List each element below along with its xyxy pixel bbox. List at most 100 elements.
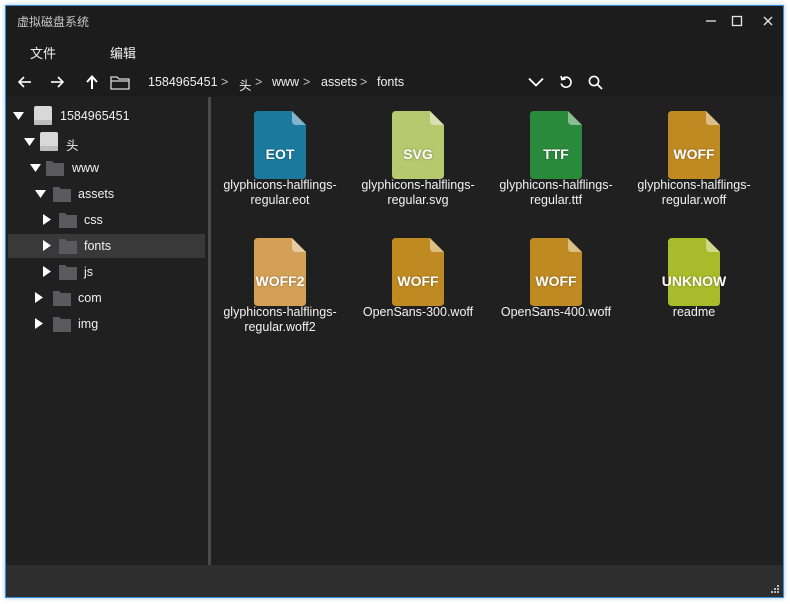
tree-label: com xyxy=(78,291,102,305)
file-item[interactable]: UNKNOW readme xyxy=(630,230,758,350)
file-icon-woff2 xyxy=(254,238,306,306)
expanded-arrow-icon[interactable] xyxy=(13,112,24,120)
tree-label: css xyxy=(84,213,103,227)
folder-icon xyxy=(53,317,71,332)
folder-icon xyxy=(59,265,77,280)
expanded-arrow-icon[interactable] xyxy=(30,164,41,172)
file-item[interactable]: WOFF OpenSans-300.woff xyxy=(354,230,482,350)
file-item[interactable]: TTF glyphicons-halflings-regular.ttf xyxy=(492,103,620,223)
breadcrumb-item-head[interactable]: 头 xyxy=(239,75,252,94)
folder-icon xyxy=(53,291,71,306)
file-item[interactable]: SVG glyphicons-halflings-regular.svg xyxy=(354,103,482,223)
collapsed-arrow-icon[interactable] xyxy=(43,266,51,277)
folder-icon xyxy=(110,75,130,90)
history-dropdown-button[interactable] xyxy=(525,72,547,92)
drive-icon xyxy=(40,132,58,151)
file-name: glyphicons-halflings-regular.svg xyxy=(361,178,475,207)
file-type-label: SVG xyxy=(403,146,433,162)
tree-item-fonts[interactable]: fonts xyxy=(8,234,205,258)
breadcrumb-item-fonts[interactable]: fonts xyxy=(377,75,404,89)
back-button[interactable] xyxy=(14,72,36,92)
drive-icon xyxy=(34,106,52,125)
file-icon-eot xyxy=(254,111,306,179)
tree-item-head[interactable]: 头 xyxy=(8,130,205,154)
breadcrumb-separator: > xyxy=(221,75,229,89)
folder-icon xyxy=(59,239,77,254)
file-icon-woff xyxy=(530,238,582,306)
file-item[interactable]: WOFF2 glyphicons-halflings-regular.woff2 xyxy=(216,230,344,350)
file-name: glyphicons-halflings-regular.eot xyxy=(223,178,337,207)
file-type-label: TTF xyxy=(543,146,569,162)
close-icon xyxy=(763,16,773,26)
tree-item-root[interactable]: 1584965451 xyxy=(8,104,205,128)
folder-icon xyxy=(46,161,64,176)
breadcrumb-separator: > xyxy=(255,75,263,89)
file-name: OpenSans-400.woff xyxy=(500,305,612,319)
refresh-icon xyxy=(560,75,572,88)
collapsed-arrow-icon[interactable] xyxy=(43,214,51,225)
tree-item-img[interactable]: img xyxy=(8,312,205,336)
folder-icon xyxy=(59,213,77,228)
breadcrumb-separator: > xyxy=(303,75,311,89)
search-icon xyxy=(588,75,603,90)
file-name: readme xyxy=(672,305,716,319)
file-item[interactable]: WOFF OpenSans-400.woff xyxy=(492,230,620,350)
file-name: OpenSans-300.woff xyxy=(362,305,474,319)
breadcrumb-item-root[interactable]: 1584965451 xyxy=(148,75,218,89)
search-button[interactable] xyxy=(584,72,606,92)
refresh-button[interactable] xyxy=(555,72,577,92)
tree-label: fonts xyxy=(84,239,112,253)
root-folder-button[interactable] xyxy=(109,72,131,92)
file-item[interactable]: EOT glyphicons-halflings-regular.eot xyxy=(216,103,344,223)
forward-button[interactable] xyxy=(46,72,68,92)
file-type-label: WOFF xyxy=(673,146,715,162)
tree-item-com[interactable]: com xyxy=(8,286,205,310)
tree-label: assets xyxy=(78,187,115,201)
minimize-icon xyxy=(706,20,716,22)
file-grid: EOT glyphicons-halflings-regular.eot SVG… xyxy=(211,97,783,565)
file-icon-ttf xyxy=(530,111,582,179)
file-name: glyphicons-halflings-regular.ttf xyxy=(499,178,613,207)
breadcrumb-item-www[interactable]: www xyxy=(272,75,299,89)
file-name: glyphicons-halflings-regular.woff2 xyxy=(223,305,337,334)
expanded-arrow-icon[interactable] xyxy=(35,190,46,198)
menu-edit[interactable]: 编辑 xyxy=(110,43,136,62)
collapsed-arrow-icon[interactable] xyxy=(35,318,43,329)
up-button[interactable] xyxy=(81,72,103,92)
file-type-label: UNKNOW xyxy=(661,273,727,289)
chevron-down-icon xyxy=(528,77,544,87)
tree-label: js xyxy=(84,265,94,279)
menu-bar: 文件 编辑 xyxy=(6,36,783,66)
back-arrow-icon xyxy=(18,76,31,88)
collapsed-arrow-icon[interactable] xyxy=(43,240,51,251)
app-window: 虚拟磁盘系统 文件 编辑 1584965451 > 头 > www > asse… xyxy=(6,6,783,597)
menu-file[interactable]: 文件 xyxy=(30,43,56,62)
file-item[interactable]: WOFF glyphicons-halflings-regular.woff xyxy=(630,103,758,223)
tree-item-assets[interactable]: assets xyxy=(8,182,205,206)
up-arrow-icon xyxy=(86,75,98,89)
tree-item-css[interactable]: css xyxy=(8,208,205,232)
close-button[interactable] xyxy=(753,10,783,32)
tree-label: img xyxy=(78,317,99,331)
tree-label: 1584965451 xyxy=(60,109,130,123)
address-toolbar: 1584965451 > 头 > www > assets > fonts xyxy=(6,66,783,97)
status-bar xyxy=(6,565,783,597)
file-type-label: WOFF xyxy=(535,273,577,289)
resize-grip-icon[interactable] xyxy=(770,584,780,594)
file-icon-woff xyxy=(668,111,720,179)
collapsed-arrow-icon[interactable] xyxy=(35,292,43,303)
tree-label: 头 xyxy=(66,139,79,153)
folder-tree: 1584965451 头 www assets css fonts js com… xyxy=(6,97,208,565)
file-type-label: WOFF xyxy=(397,273,439,289)
window-title: 虚拟磁盘系统 xyxy=(17,15,90,29)
forward-arrow-icon xyxy=(51,76,64,88)
breadcrumb-item-assets[interactable]: assets xyxy=(321,75,357,89)
maximize-button[interactable] xyxy=(722,10,752,32)
breadcrumb-separator: > xyxy=(360,75,368,89)
tree-label: www xyxy=(72,161,100,175)
expanded-arrow-icon[interactable] xyxy=(24,138,35,146)
folder-icon xyxy=(53,187,71,202)
tree-item-www[interactable]: www xyxy=(8,156,205,180)
file-icon-woff xyxy=(392,238,444,306)
tree-item-js[interactable]: js xyxy=(8,260,205,284)
